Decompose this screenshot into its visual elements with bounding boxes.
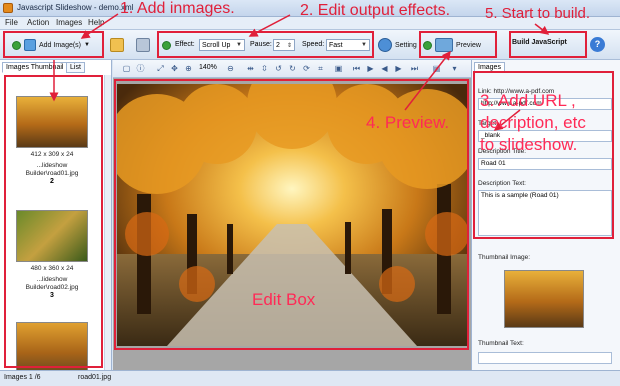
effect-select[interactable]: Scroll Up ▼	[199, 39, 245, 51]
rotate-left-icon[interactable]: ↺	[273, 63, 284, 74]
thumbnail-scrollbar[interactable]	[104, 75, 111, 370]
move-icon[interactable]: ✥	[169, 63, 180, 74]
crop-icon[interactable]: ⌗	[315, 63, 326, 74]
last-icon[interactable]: ⏭	[409, 63, 420, 74]
thumbnail-image	[16, 96, 88, 148]
menu-action[interactable]: Action	[27, 18, 49, 27]
next-icon[interactable]: ▶	[393, 63, 404, 74]
effect-label: Effect:	[175, 41, 195, 48]
setting-button[interactable]: Setting	[378, 38, 417, 52]
thumbnail-panel: Images Thumbnail List 412 x 309 x 24 ...…	[0, 60, 112, 374]
magnifier-icon	[435, 38, 453, 52]
go-icon	[423, 40, 432, 50]
image-icon[interactable]: ▣	[333, 63, 344, 74]
thumbnail-item[interactable]	[10, 322, 94, 374]
preview-button[interactable]: Preview	[423, 38, 481, 52]
setting-icon	[378, 38, 392, 52]
annotation-step-5: 5. Start to build.	[485, 5, 591, 22]
go-icon	[12, 40, 21, 50]
speed-select[interactable]: Fast ▼	[326, 39, 370, 51]
previous-icon[interactable]: ◀	[379, 63, 390, 74]
annotation-step-3: 3. Add URL , decription, etc to slidesho…	[480, 91, 586, 154]
help-icon[interactable]: ?	[590, 37, 605, 52]
zoom-in-icon[interactable]: ⊕	[183, 63, 194, 74]
thumbnail-image-label: Thumbnail Image:	[478, 254, 531, 261]
layout-icon[interactable]: ▤	[431, 63, 442, 74]
annotation-step-4: 4. Preview.	[366, 113, 450, 132]
options-icon[interactable]: ▾	[449, 63, 460, 74]
zoom-fit-icon[interactable]: ⤢	[155, 63, 166, 74]
annotation-step-1: 1. Add inmages.	[120, 0, 235, 17]
play-icon[interactable]: ▶	[365, 63, 376, 74]
app-icon	[3, 3, 13, 13]
zoom-level[interactable]: 140%	[199, 64, 217, 71]
spin-icon: ⇕	[286, 42, 292, 49]
fit-icon[interactable]: ▢	[121, 63, 132, 74]
menu-images[interactable]: Images	[56, 18, 82, 27]
thumbnail-text-field[interactable]	[478, 352, 612, 364]
chevron-down-icon: ▼	[236, 42, 242, 48]
info-icon[interactable]: ⓘ	[135, 63, 146, 74]
add-images-button[interactable]: Add Image(s) ▼	[12, 39, 90, 51]
tab-images-thumbnail[interactable]: Images Thumbnail	[2, 62, 68, 73]
build-javascript-button[interactable]: Build JavaScript	[512, 39, 567, 46]
image-toolbar: ▢ ⓘ ⤢ ✥ ⊕ 140% ⊖ ⇹ ⇳ ↺ ↻ ⟳ ⌗ ▣ ⏮ ▶ ◀ ▶ ⏭…	[113, 60, 471, 78]
menu-help[interactable]: Help	[88, 18, 104, 27]
effect-icon	[162, 41, 171, 50]
main-toolbar: Add Image(s) ▼ Effect: Scroll Up ▼ Pause:…	[0, 30, 620, 60]
save-icon[interactable]	[136, 38, 150, 52]
status-bar: Images 1 /6 road01.jpg	[0, 370, 620, 386]
first-icon[interactable]: ⏮	[351, 63, 362, 74]
chevron-down-icon: ▼	[361, 42, 367, 48]
status-filename: road01.jpg	[78, 374, 112, 381]
speed-label: Speed:	[302, 41, 325, 48]
thumbnail-item[interactable]: 412 x 309 x 24 ...lideshow Builder\road0…	[10, 96, 94, 185]
menu-file[interactable]: File	[5, 18, 18, 27]
description-title-field[interactable]: Road 01	[478, 158, 612, 170]
description-text-label: Description Text:	[478, 180, 526, 187]
description-text-field[interactable]: This is a sample (Road 01)	[478, 190, 612, 236]
pause-label: Pause:	[250, 41, 272, 48]
add-image-icon	[24, 39, 36, 51]
status-count: Images 1 /6	[4, 374, 41, 381]
thumbnail-preview-image[interactable]	[504, 270, 584, 328]
thumbnail-image	[16, 210, 88, 262]
thumbnail-text-label: Thumbnail Text:	[478, 340, 524, 347]
zoom-out-icon[interactable]: ⊖	[225, 63, 236, 74]
pause-stepper[interactable]: 2 ⇕	[273, 39, 295, 51]
tab-images[interactable]: Images	[474, 62, 505, 73]
window-title: Javascript Slideshow - demo.xml	[17, 3, 134, 12]
annotation-edit-box: Edit Box	[252, 290, 316, 309]
dropdown-arrow-icon: ▼	[84, 42, 90, 48]
redo-icon[interactable]: ⟳	[301, 63, 312, 74]
thumbnail-image	[16, 322, 88, 374]
thumbnail-item[interactable]: 480 x 360 x 24 ...lideshow Builder\road0…	[10, 210, 94, 299]
flip-horizontal-icon[interactable]: ⇹	[245, 63, 256, 74]
tab-list[interactable]: List	[66, 62, 85, 73]
flip-vertical-icon[interactable]: ⇳	[259, 63, 270, 74]
rotate-right-icon[interactable]: ↻	[287, 63, 298, 74]
annotation-step-2: 2. Edit output effects.	[300, 2, 451, 19]
open-folder-icon[interactable]	[110, 38, 124, 52]
